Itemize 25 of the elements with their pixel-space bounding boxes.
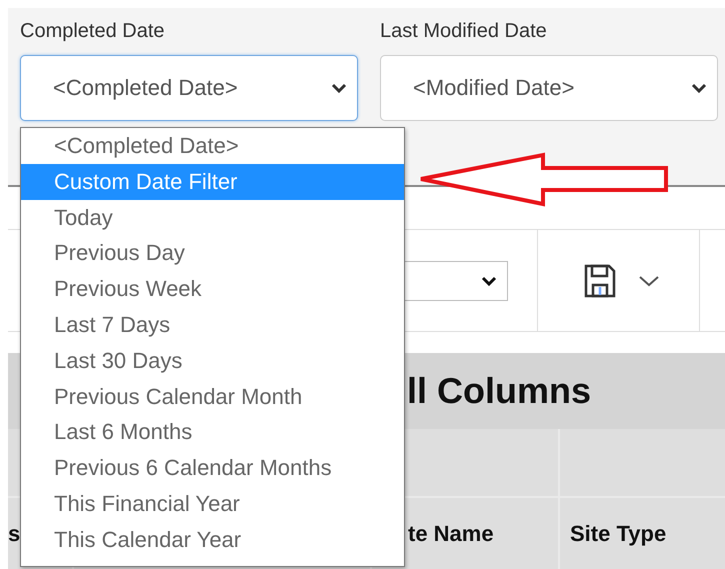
- report-heading: ll Columns: [407, 370, 592, 412]
- column-header: Site Type: [570, 521, 666, 547]
- date-select[interactable]: <Completed Date>: [20, 55, 358, 121]
- dropdown-option[interactable]: This Financial Year: [21, 486, 404, 522]
- dropdown-option[interactable]: Previous 6 Calendar Months: [21, 450, 404, 486]
- dropdown-option[interactable]: Previous Day: [21, 235, 404, 272]
- chevron-down-icon: [691, 83, 707, 93]
- save-icon[interactable]: [584, 264, 616, 298]
- dropdown-option[interactable]: Today: [21, 200, 404, 236]
- date-select[interactable]: <Modified Date>: [380, 55, 718, 121]
- chevron-down-icon: [481, 276, 497, 286]
- caret-icon[interactable]: [638, 274, 660, 286]
- column-header: s: [8, 521, 20, 547]
- filter-label: Completed Date: [20, 20, 166, 43]
- dropdown-option[interactable]: This Calendar Year: [21, 522, 404, 558]
- chevron-down-icon: [331, 83, 347, 93]
- dropdown-option[interactable]: Previous Week: [21, 271, 404, 307]
- dropdown-option[interactable]: Custom Date Filter: [21, 164, 404, 200]
- filter-label: Last Modified Date: [380, 20, 548, 43]
- dropdown-option[interactable]: Previous Calendar Month: [21, 378, 404, 414]
- dropdown-option[interactable]: <Completed Date>: [21, 128, 404, 164]
- column-header: te Name: [408, 521, 494, 547]
- dropdown-option[interactable]: Last 6 Months: [21, 414, 404, 450]
- dropdown-option[interactable]: Last 30 Days: [21, 342, 404, 379]
- dropdown-option[interactable]: Last 7 Days: [21, 306, 404, 343]
